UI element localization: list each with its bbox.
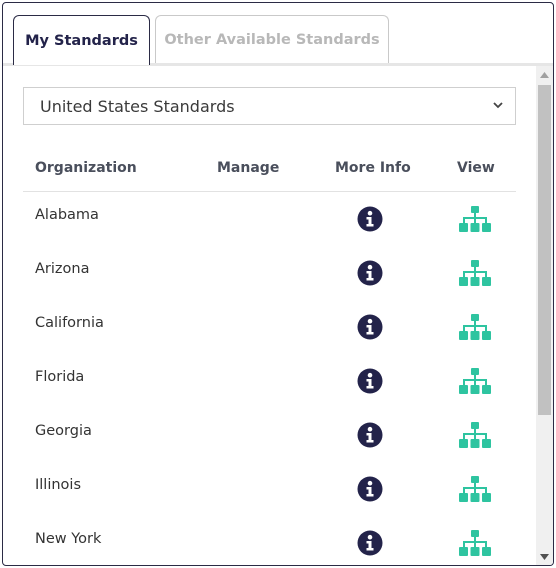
scroll-down-button[interactable] — [536, 548, 553, 565]
table-header: Organization Manage More Info View — [23, 154, 516, 192]
organization-name: Georgia — [35, 423, 92, 439]
header-more-info: More Info — [335, 160, 411, 176]
header-manage: Manage — [217, 160, 280, 176]
vertical-scrollbar[interactable] — [536, 66, 553, 565]
standards-select-value: United States Standards — [40, 96, 235, 116]
table-row: New York — [23, 516, 516, 565]
organization-name: Alabama — [35, 207, 99, 223]
info-circle-icon[interactable] — [357, 368, 383, 394]
hierarchy-icon[interactable] — [459, 530, 491, 558]
standards-panel: My Standards Other Available Standards U… — [2, 2, 554, 566]
arrow-up-icon — [540, 71, 549, 78]
table-row: Florida — [23, 354, 516, 408]
organization-name: New York — [35, 531, 102, 547]
scrollbar-thumb[interactable] — [538, 85, 551, 415]
hierarchy-icon[interactable] — [459, 422, 491, 450]
tab-my-standards[interactable]: My Standards — [13, 15, 150, 65]
organization-name: California — [35, 315, 104, 331]
info-circle-icon[interactable] — [357, 530, 383, 556]
standards-content: United States Standards Organization Man… — [3, 66, 536, 565]
table-row: California — [23, 300, 516, 354]
table-row: Georgia — [23, 408, 516, 462]
info-circle-icon[interactable] — [357, 476, 383, 502]
tab-bar: My Standards Other Available Standards — [3, 3, 553, 66]
arrow-down-icon — [540, 553, 549, 560]
hierarchy-icon[interactable] — [459, 314, 491, 342]
standards-select[interactable]: United States Standards — [23, 87, 516, 125]
scroll-up-button[interactable] — [536, 66, 553, 83]
organization-name: Illinois — [35, 477, 82, 493]
hierarchy-icon[interactable] — [459, 206, 491, 234]
header-view: View — [457, 160, 495, 176]
info-circle-icon[interactable] — [357, 260, 383, 286]
chevron-down-icon — [493, 102, 503, 109]
tab-other-available-standards[interactable]: Other Available Standards — [155, 15, 389, 63]
table-row: Alabama — [23, 192, 516, 246]
organization-name: Arizona — [35, 261, 90, 277]
info-circle-icon[interactable] — [357, 314, 383, 340]
hierarchy-icon[interactable] — [459, 476, 491, 504]
header-organization: Organization — [35, 160, 137, 176]
info-circle-icon[interactable] — [357, 422, 383, 448]
organization-name: Florida — [35, 369, 85, 385]
table-row: Illinois — [23, 462, 516, 516]
info-circle-icon[interactable] — [357, 206, 383, 232]
hierarchy-icon[interactable] — [459, 260, 491, 288]
table-row: Arizona — [23, 246, 516, 300]
hierarchy-icon[interactable] — [459, 368, 491, 396]
